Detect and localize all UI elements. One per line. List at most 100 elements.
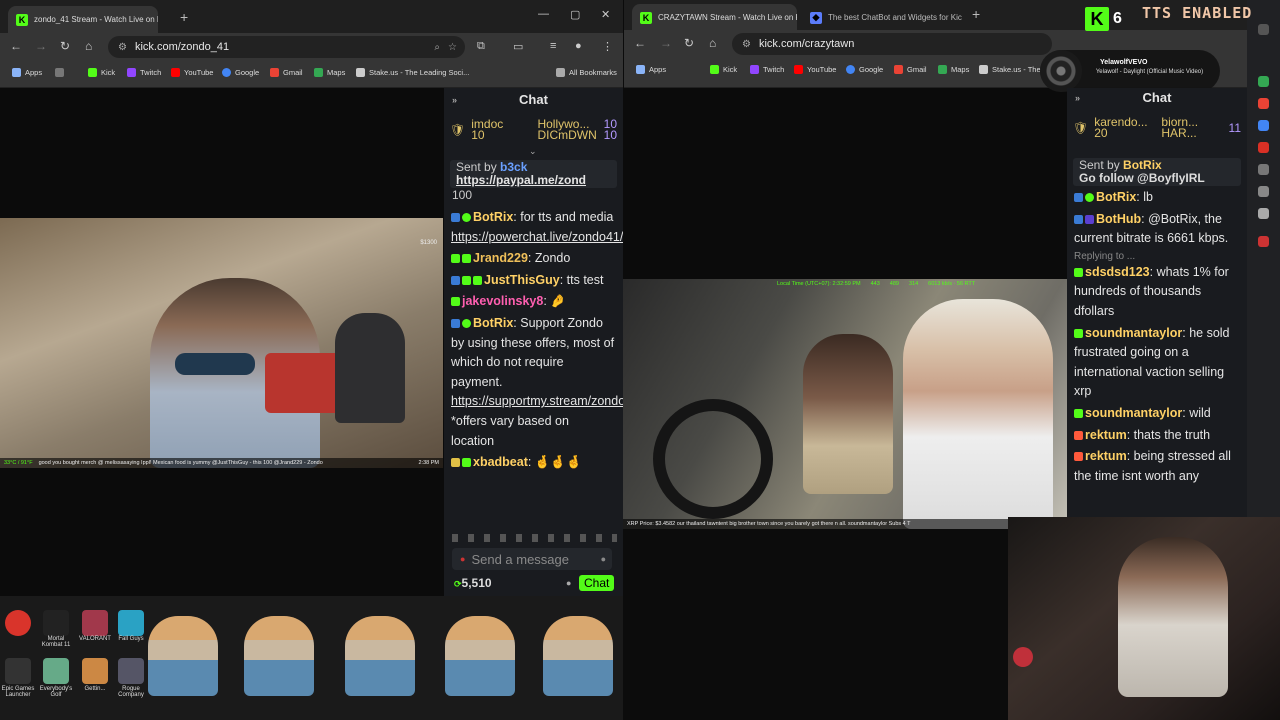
valorant-icon[interactable] bbox=[82, 610, 108, 636]
reload-icon[interactable]: ↻ bbox=[60, 39, 70, 53]
address-bar[interactable]: ⚙ kick.com/crazytawn bbox=[732, 33, 1052, 55]
bookmark-twitch[interactable]: Twitch bbox=[750, 65, 784, 74]
new-tab-button[interactable]: + bbox=[972, 6, 980, 22]
home-icon[interactable]: ⌂ bbox=[85, 39, 92, 53]
tab-zondo[interactable]: K zondo_41 Stream - Watch Live on Kick 🔇… bbox=[8, 6, 158, 33]
bookmark-kick[interactable]: Kick bbox=[710, 65, 737, 74]
tab-crazytawn[interactable]: K CRAZYTAWN Stream - Watch Live on Ki ✕ bbox=[632, 4, 797, 31]
kick-logo-icon: K bbox=[1085, 7, 1109, 31]
maximize-button[interactable]: ▢ bbox=[570, 8, 580, 21]
reload-icon[interactable]: ↻ bbox=[684, 36, 694, 50]
tab-title: CRAZYTAWN Stream - Watch Live on Ki bbox=[658, 13, 797, 22]
sidebar-app-icon[interactable] bbox=[1258, 120, 1269, 131]
gmail-icon bbox=[270, 68, 279, 77]
star-icon[interactable]: ☆ bbox=[448, 42, 457, 53]
badge-icon bbox=[451, 458, 460, 468]
back-icon[interactable]: ← bbox=[10, 39, 22, 53]
bookmark-apps[interactable]: Apps bbox=[636, 65, 666, 74]
right-page-background bbox=[623, 529, 1008, 720]
close-window-button[interactable]: ✕ bbox=[601, 8, 610, 21]
new-tab-button[interactable]: + bbox=[180, 9, 188, 25]
emoji-icon[interactable]: ● bbox=[601, 554, 606, 564]
extensions-icon[interactable]: ⧉ bbox=[477, 40, 485, 53]
twitch-icon bbox=[127, 68, 136, 77]
pinned-message[interactable]: Sent by b3ck https://paypal.me/zond bbox=[450, 160, 617, 188]
settings-icon[interactable]: ● bbox=[566, 578, 571, 588]
address-bar[interactable]: ⚙ kick.com/zondo_41 ⌕ ☆ bbox=[108, 36, 465, 58]
sidebar-app-icon[interactable] bbox=[1258, 164, 1269, 175]
mortal-kombat-icon[interactable] bbox=[43, 610, 69, 636]
menu-icon[interactable]: ⋮ bbox=[602, 40, 613, 53]
gift-icon: 🛡 bbox=[1073, 121, 1089, 135]
pinned-message[interactable]: Sent by BotRix Go follow @BoyflyIRL bbox=[1073, 158, 1241, 186]
bookmark-grid[interactable] bbox=[55, 68, 64, 77]
chat-message: Jrand229: Zondo bbox=[451, 249, 615, 269]
google-icon bbox=[846, 65, 855, 74]
message-link[interactable]: https://powerchat.live/zondo41/tts bbox=[451, 230, 623, 244]
media-icon[interactable]: ≡ bbox=[550, 40, 556, 52]
bookmark-stake[interactable]: Stake.us - The Leading Soci... bbox=[356, 68, 469, 77]
rogue-company-icon[interactable] bbox=[118, 658, 144, 684]
kick-favicon-icon: K bbox=[640, 11, 652, 24]
chat-send-button[interactable]: Chat bbox=[579, 575, 615, 591]
bookmark-maps[interactable]: Maps bbox=[314, 68, 345, 77]
message-link[interactable]: https://supportmy.stream/zondo_41 bbox=[451, 394, 623, 408]
zondo-video-player[interactable]: $1300 33°C / 91°F good you bought merch … bbox=[0, 218, 443, 468]
maps-icon bbox=[314, 68, 323, 77]
tab-chatbot[interactable]: ◆ The best ChatBot and Widgets for Kick,… bbox=[802, 4, 962, 31]
sidebar-app-icon[interactable] bbox=[1258, 76, 1269, 87]
ea-app-icon[interactable] bbox=[5, 610, 31, 636]
crazytawn-video-player[interactable]: Local Time (UTC+07): 2:32:59 PM 443 489 … bbox=[623, 279, 1067, 529]
zoom-icon[interactable]: ⌕ bbox=[434, 42, 440, 53]
collapse-chat-icon[interactable]: » bbox=[452, 88, 457, 112]
bookmark-google[interactable]: Google bbox=[846, 65, 883, 74]
bookmark-gmail[interactable]: Gmail bbox=[894, 65, 927, 74]
forward-icon[interactable]: → bbox=[660, 36, 672, 50]
sidebar-app-icon[interactable] bbox=[1258, 208, 1269, 219]
bookmark-youtube[interactable]: YouTube bbox=[794, 65, 836, 74]
now-playing-artist: YelawolfVEVO bbox=[1100, 59, 1148, 66]
game-icon[interactable] bbox=[82, 658, 108, 684]
sidebar-app-icon[interactable] bbox=[1258, 186, 1269, 197]
profile-avatar-icon[interactable]: ● bbox=[575, 40, 582, 52]
minimize-button[interactable]: — bbox=[538, 8, 549, 20]
bookmark-youtube[interactable]: YouTube bbox=[171, 68, 213, 77]
pinned-gifters: 🛡 imdoc 10 Hollywo... DICmDWN 10 10 bbox=[450, 118, 617, 142]
emote-strip[interactable] bbox=[452, 534, 617, 542]
bookmark-twitch[interactable]: Twitch bbox=[127, 68, 161, 77]
sidebar-app-icon[interactable] bbox=[1258, 236, 1269, 247]
bookmark-stake[interactable]: Stake.us - The bbox=[979, 65, 1041, 74]
bookmark-apps[interactable]: Apps bbox=[12, 68, 42, 77]
bookmark-kick[interactable]: Kick bbox=[88, 68, 115, 77]
gift-icon: 🛡 bbox=[450, 123, 466, 137]
forward-icon[interactable]: → bbox=[35, 39, 47, 53]
sidebar-app-icon[interactable] bbox=[1258, 142, 1269, 153]
bookmark-all[interactable]: All Bookmarks bbox=[556, 68, 617, 77]
fall-guys-icon[interactable] bbox=[118, 610, 144, 636]
points-display[interactable]: ⟳5,510 bbox=[454, 576, 492, 590]
reply-indicator: Replying to ... bbox=[1074, 250, 1136, 262]
sidebar-app-icon[interactable] bbox=[1258, 98, 1269, 109]
pin-chevron-icon[interactable]: ⌄ bbox=[529, 146, 537, 157]
back-icon[interactable]: ← bbox=[634, 36, 646, 50]
kick-viewer-badge: K 6 bbox=[1085, 5, 1135, 33]
chat-message: rektum: being stressed all the time isnt… bbox=[1074, 449, 1231, 483]
chat-message: JustThisGuy: tts test bbox=[451, 271, 615, 291]
sub-badge-icon bbox=[462, 254, 471, 264]
bookmark-gmail[interactable]: Gmail bbox=[270, 68, 303, 77]
pinned-gifters: 🛡 karendo... 20 biorn... HAR... 11 bbox=[1073, 117, 1242, 139]
gifter-name: imdoc 10 bbox=[471, 119, 504, 141]
epic-games-icon[interactable] bbox=[5, 658, 31, 684]
home-icon[interactable]: ⌂ bbox=[709, 36, 716, 50]
send-message-input[interactable]: ● Send a message ● bbox=[452, 548, 612, 570]
collapse-chat-icon[interactable]: » bbox=[1075, 88, 1080, 110]
search-icon[interactable] bbox=[1258, 24, 1269, 35]
right-chat-panel: » Chat 🛡 karendo... 20 biorn... HAR... 11 … bbox=[1067, 88, 1247, 517]
site-info-icon[interactable]: ⚙ bbox=[742, 39, 751, 50]
site-info-icon[interactable]: ⚙ bbox=[118, 42, 127, 53]
pinned-link[interactable]: https://paypal.me/zond bbox=[456, 173, 586, 187]
bookmark-maps[interactable]: Maps bbox=[938, 65, 969, 74]
bookmark-google[interactable]: Google bbox=[222, 68, 259, 77]
sidebar-icon[interactable]: ▭ bbox=[513, 40, 523, 53]
everybodys-golf-icon[interactable] bbox=[43, 658, 69, 684]
